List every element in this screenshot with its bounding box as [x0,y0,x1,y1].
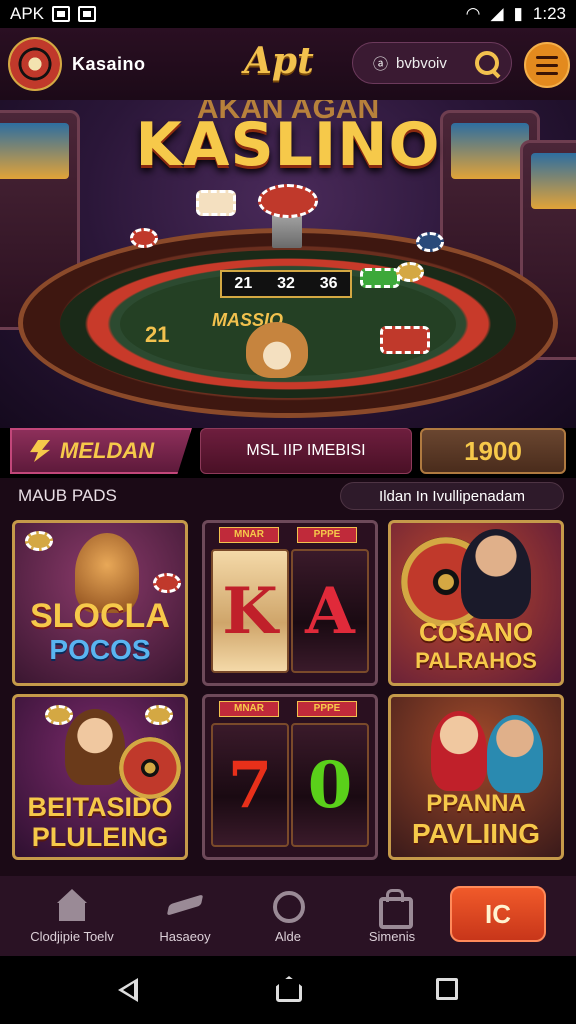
lightning-icon [30,440,50,462]
meldan-label: MELDAN [60,438,155,463]
reel-cap: MNAR [219,701,279,717]
table-sign-value: 36 [319,275,338,292]
brand-logo: Apt [244,40,314,82]
table-sign-value: 21 [234,275,253,292]
game-title: COSANO [418,617,534,647]
status-bar: APK ◠ ◢ ▮ 1:23 [0,0,576,28]
nav-label: Alde [274,928,302,944]
coin-icon [25,531,53,551]
game-subtitle: PALRAHOS [415,648,537,673]
nav-label: Hasaeoy [159,928,211,944]
download-icon [78,6,97,22]
section-header: MAUB PADS Ildan In Ivullipenadam [0,478,576,514]
slot-reel: 7 [211,723,289,847]
dice-icon [380,326,430,354]
status-apk-label: APK [10,4,45,23]
search-icon[interactable] [473,49,501,77]
section-title: MAUB PADS [18,486,117,505]
clock-icon [271,889,305,923]
status-time: 1:23 [532,4,566,23]
game-subtitle: PLULEING [31,822,169,852]
search-prefix-icon: ⓐ [373,55,389,73]
hamburger-menu-icon[interactable] [524,42,570,88]
bag-icon [375,888,413,929]
notification-icon [52,6,71,22]
reel-symbol: 0 [307,747,353,823]
chip-icon [153,573,181,593]
game-title: BEITASIDO [27,792,173,822]
reel-symbol: A [305,573,355,649]
table-sign-value: 32 [277,275,295,292]
reel-symbol: 7 [227,747,273,823]
reel-symbol: K [222,573,278,649]
game-subtitle: PAVLIING [411,818,541,849]
reel-cap: PPPE [297,701,357,717]
nav-label: Clodjipie Toelv [30,928,114,944]
dealer-character-icon [461,529,531,619]
chip-icon [360,268,400,288]
nav-item-home[interactable]: Clodjipie Toelv [14,876,130,956]
character-icon [431,711,487,791]
coin-icon [45,705,73,725]
bottom-navigation: Clodjipie Toelv Hasaeoy Alde Simenis IC [0,876,576,956]
game-tile[interactable]: SLOCLA POCOS [12,520,188,686]
home-button-icon[interactable] [276,976,302,1002]
dice-icon [196,190,236,216]
balance-counter[interactable]: 1900 [420,428,566,474]
hero-title: KASLINO [135,110,441,180]
nav-item-alde[interactable]: Alde [250,876,326,956]
game-tile[interactable]: BEITASIDO PLULEING [12,694,188,860]
game-tile[interactable]: PPANNA PAVLIING [388,694,564,860]
game-tile[interactable]: MNAR PPPE 7 0 [202,694,378,860]
chip-icon [130,228,158,248]
game-tile[interactable]: COSANO PALRAHOS [388,520,564,686]
roulette-wheel-icon [119,737,181,799]
character-icon [65,709,125,785]
home-icon [55,888,89,923]
secondary-button[interactable]: MSL IIP IMEBISI [200,428,412,474]
app-header: Kasaino Apt ⓐ bvbvoiv [0,28,576,100]
back-icon[interactable] [118,978,138,1002]
game-tile[interactable]: MNAR PPPE K A [202,520,378,686]
character-icon [487,715,543,793]
table-number: 21 [145,322,170,347]
reel-cap: MNAR [219,527,279,543]
nav-item-simenis[interactable]: Simenis [350,876,434,956]
chip-icon [396,262,424,282]
game-title: PPANNA [426,790,526,817]
slot-reel: A [291,549,369,673]
battery-icon: ▮ [513,4,523,23]
signal-icon: ◢ [490,4,504,23]
game-grid: SLOCLA POCOS MNAR PPPE K A COSANO PALRAH… [0,514,576,876]
cta-button[interactable]: IC [450,886,546,942]
reel-cap: PPPE [297,527,357,543]
coin-icon [145,705,173,725]
hero-banner[interactable]: AKAN AGAN KASLINO 21 32 36 MASSIO 21 [0,100,576,428]
section-filter-tag[interactable]: Ildan In Ivullipenadam [340,482,564,510]
nav-label: Simenis [368,928,416,944]
action-bar: MELDAN MSL IIP IMEBISI 1900 [0,428,576,478]
search-box[interactable]: ⓐ bvbvoiv [352,42,512,84]
search-value: bvbvoiv [396,54,447,72]
nav-item-hasaeoy[interactable]: Hasaeoy [140,876,230,956]
recent-apps-icon[interactable] [436,978,458,1000]
game-subtitle: POCOS [49,634,151,665]
app-name: Kasaino [72,53,146,74]
game-title: SLOCLA [30,597,170,635]
table-number-sign: 21 32 36 [220,270,352,298]
chip-icon [416,232,444,252]
system-navigation-bar [0,956,576,1024]
slot-reel: K [211,549,289,673]
plane-icon [168,889,202,923]
roulette-logo-icon[interactable] [8,37,62,91]
wifi-icon: ◠ [465,4,481,23]
slot-reel: 0 [291,723,369,847]
chip-stack-icon [258,184,318,218]
dog-mascot-icon [246,322,308,378]
meldan-button[interactable]: MELDAN [10,428,192,474]
